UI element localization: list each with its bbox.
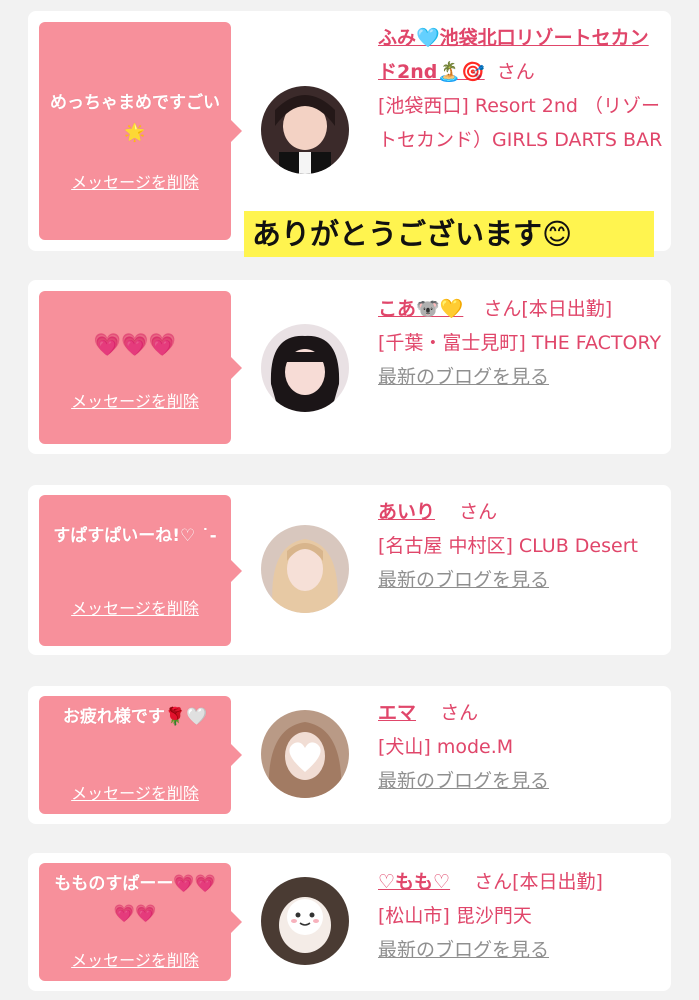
honorific: さん [440, 702, 479, 724]
message-text: もものすぱーー💗💗💗💗 [54, 874, 216, 924]
avatar[interactable] [261, 877, 349, 965]
sender-name-link[interactable]: あいり [378, 501, 435, 523]
message-card: 💗💗💗 メッセージを削除 こあ🐨💛 さん[本日出勤] [千葉・富士見町] THE… [28, 280, 671, 454]
sender-info: あいり さん [名古屋 中村区] CLUB Desert 最新のブログを見る [378, 495, 663, 597]
delete-message-link[interactable]: メッセージを削除 [39, 169, 231, 193]
message-card: もものすぱーー💗💗💗💗 メッセージを削除 ♡もも♡ さん[本日出勤] [松山市]… [28, 853, 671, 991]
avatar[interactable] [261, 86, 349, 174]
message-bubble: お疲れ様です🌹🤍 メッセージを削除 [39, 696, 242, 814]
sender-name-link[interactable]: ♡もも♡ [378, 871, 450, 893]
sender-info: こあ🐨💛 さん[本日出勤] [千葉・富士見町] THE FACTORY 最新のブ… [378, 292, 663, 394]
avatar-photo [261, 877, 349, 965]
avatar[interactable] [261, 324, 349, 412]
message-text: めっちゃまめですごい🌟 [50, 93, 220, 143]
latest-blog-link[interactable]: 最新のブログを見る [378, 569, 549, 591]
delete-message-link[interactable]: メッセージを削除 [39, 947, 231, 971]
delete-message-link[interactable]: メッセージを削除 [39, 595, 231, 619]
sender-info: エマ さん [犬山] mode.M 最新のブログを見る [378, 696, 663, 798]
sender-name-link[interactable]: エマ [378, 702, 416, 724]
delete-message-link[interactable]: メッセージを削除 [39, 388, 231, 412]
sender-info: ♡もも♡ さん[本日出勤] [松山市] 毘沙門天 最新のブログを見る [378, 865, 663, 967]
message-bubble: もものすぱーー💗💗💗💗 メッセージを削除 [39, 863, 242, 981]
message-text: お疲れ様です🌹🤍 [62, 707, 208, 727]
message-bubble: すぱすぱいーね!♡ ˙- メッセージを削除 [39, 495, 242, 646]
shop-name: [千葉・富士見町] THE FACTORY [378, 332, 662, 354]
latest-blog-link[interactable]: 最新のブログを見る [378, 770, 549, 792]
avatar-photo [261, 324, 349, 412]
message-bubble: 💗💗💗 メッセージを削除 [39, 291, 242, 444]
latest-blog-link[interactable]: 最新のブログを見る [378, 939, 549, 961]
avatar-photo [261, 86, 349, 174]
avatar-photo [261, 710, 349, 798]
message-bubble: めっちゃまめですごい🌟 メッセージを削除 [39, 22, 242, 240]
message-text: 💗💗💗 [93, 333, 177, 358]
shop-name: [池袋西口] Resort 2nd （リゾートセカンド）GIRLS DARTS … [378, 95, 663, 151]
shop-name: [犬山] mode.M [378, 736, 514, 758]
delete-message-link[interactable]: メッセージを削除 [39, 780, 231, 804]
message-card: すぱすぱいーね!♡ ˙- メッセージを削除 あいり さん [名古屋 中村区] C… [28, 485, 671, 655]
reply-banner: ありがとうございます😊 [244, 211, 654, 257]
status-tag: [本日出勤] [521, 298, 613, 320]
latest-blog-link[interactable]: 最新のブログを見る [378, 366, 549, 388]
avatar[interactable] [261, 710, 349, 798]
message-text: すぱすぱいーね!♡ ˙- [53, 526, 217, 546]
message-card: お疲れ様です🌹🤍 メッセージを削除 エマ さん [犬山] mode.M 最新のブ… [28, 686, 671, 824]
avatar-photo [261, 525, 349, 613]
shop-name: [名古屋 中村区] CLUB Desert [378, 535, 638, 557]
honorific: さん [474, 871, 513, 893]
avatar[interactable] [261, 525, 349, 613]
honorific: さん [459, 501, 498, 523]
message-card: めっちゃまめですごい🌟 メッセージを削除 ふみ🩵池袋北口リゾートセカンド2nd🏝… [28, 11, 671, 257]
honorific: さん [483, 298, 522, 320]
honorific: さん [496, 61, 535, 83]
shop-name: [松山市] 毘沙門天 [378, 905, 532, 927]
sender-name-link[interactable]: こあ🐨💛 [378, 298, 463, 320]
status-tag: [本日出勤] [512, 871, 603, 893]
sender-info: ふみ🩵池袋北口リゾートセカンド2nd🏝️🎯 さん [池袋西口] Resort 2… [378, 21, 663, 157]
